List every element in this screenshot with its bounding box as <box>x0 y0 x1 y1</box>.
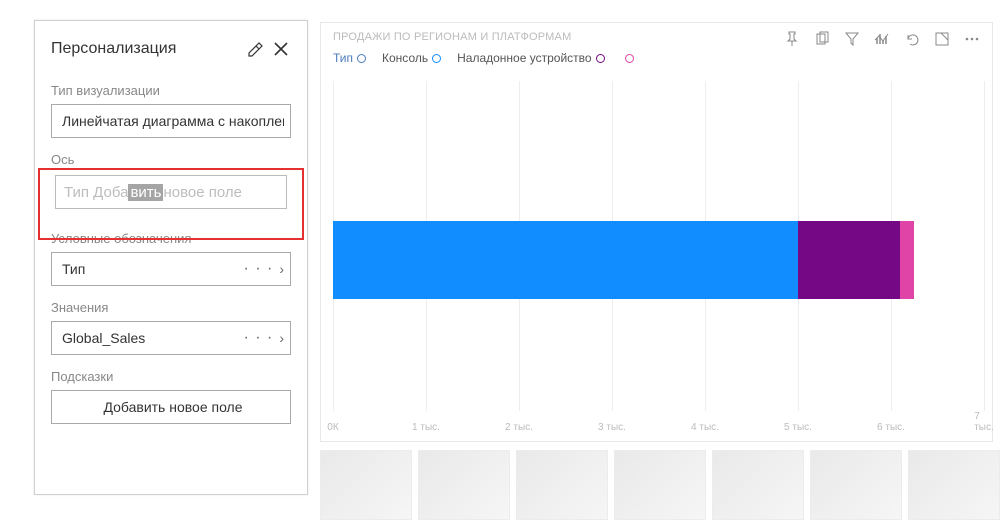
background-thumbnails <box>320 450 1000 520</box>
circle-icon <box>625 54 634 63</box>
pin-icon[interactable] <box>782 29 802 49</box>
legend-field[interactable]: Тип · · · › <box>51 252 291 286</box>
axis-value-suffix: новое поле <box>163 184 242 201</box>
legend-label: Условные обозначения <box>51 231 291 246</box>
more-icon[interactable]: · · · <box>243 329 273 347</box>
viz-type-label: Тип визуализации <box>51 83 291 98</box>
x-tick-label: 3 тыс. <box>598 422 626 433</box>
thumb-item <box>712 450 804 520</box>
focus-icon[interactable] <box>932 29 952 49</box>
stacked-bar[interactable] <box>333 221 984 299</box>
spotlight-icon[interactable] <box>872 29 892 49</box>
plot-area <box>333 81 984 411</box>
values-label: Значения <box>51 300 291 315</box>
gridline <box>984 81 985 411</box>
values-field[interactable]: Global_Sales · · · › <box>51 321 291 355</box>
axis-section: Ось <box>35 144 307 175</box>
add-field-label: Добавить новое поле <box>103 399 242 415</box>
legend-item-1[interactable]: Консоль <box>382 51 441 65</box>
legend-value: Тип <box>62 261 243 277</box>
x-tick-label: 1 тыс. <box>412 422 440 433</box>
close-icon[interactable] <box>271 39 291 59</box>
x-tick-label: 2 тыс. <box>505 422 533 433</box>
more-options-icon[interactable] <box>962 29 982 49</box>
chart-toolbar <box>782 29 982 49</box>
values-value: Global_Sales <box>62 330 243 346</box>
chevron-right-icon[interactable]: › <box>279 261 284 277</box>
viz-type-section: Тип визуализации Линейчатая диаграмма с … <box>35 75 307 144</box>
thumb-item <box>320 450 412 520</box>
hints-section: Подсказки Добавить новое поле <box>35 361 307 430</box>
x-tick-label: 6 тыс. <box>877 422 905 433</box>
add-field-button[interactable]: Добавить новое поле <box>51 390 291 424</box>
panel-title: Персонализация <box>51 40 239 58</box>
viz-type-field[interactable]: Линейчатая диаграмма с накоплением <box>51 104 291 138</box>
thumb-item <box>908 450 1000 520</box>
circle-icon <box>432 54 441 63</box>
legend-item-3[interactable] <box>621 54 634 63</box>
bar-segment[interactable] <box>798 221 900 299</box>
axis-value-prefix: Тип Доба <box>64 184 128 201</box>
legend-item-2[interactable]: Наладонное устройство <box>457 51 604 65</box>
circle-icon <box>357 54 366 63</box>
panel-header: Персонализация <box>35 39 307 75</box>
more-icon[interactable]: · · · <box>243 260 273 278</box>
thumb-item <box>418 450 510 520</box>
x-tick-label: 7 тыс. <box>974 411 994 433</box>
axis-field[interactable]: Тип Добавить новое поле <box>55 175 287 209</box>
x-tick-label: 4 тыс. <box>691 422 719 433</box>
legend-axis-title[interactable]: Тип <box>333 51 366 65</box>
axis-value-highlight: вить <box>128 184 163 201</box>
circle-icon <box>596 54 605 63</box>
bar-segment[interactable] <box>333 221 798 299</box>
chevron-right-icon[interactable]: › <box>279 330 284 346</box>
copy-icon[interactable] <box>812 29 832 49</box>
undo-icon[interactable] <box>902 29 922 49</box>
thumb-item <box>516 450 608 520</box>
axis-label: Ось <box>51 152 291 167</box>
legend-section: Условные обозначения Тип · · · › <box>35 223 307 292</box>
x-tick-label: 0К <box>327 422 338 433</box>
erase-icon[interactable] <box>245 39 265 59</box>
personalize-panel: Персонализация Тип визуализации Линейчат… <box>34 20 308 495</box>
hints-label: Подсказки <box>51 369 291 384</box>
thumb-item <box>810 450 902 520</box>
x-tick-label: 5 тыс. <box>784 422 812 433</box>
filter-icon[interactable] <box>842 29 862 49</box>
values-section: Значения Global_Sales · · · › <box>35 292 307 361</box>
viz-type-value: Линейчатая диаграмма с накоплением <box>62 113 284 129</box>
chart-visual[interactable]: ПРОДАЖИ ПО РЕГИОНАМ И ПЛАТФОРМАМ Тип Кон… <box>320 22 993 442</box>
bar-segment[interactable] <box>900 221 914 299</box>
thumb-item <box>614 450 706 520</box>
